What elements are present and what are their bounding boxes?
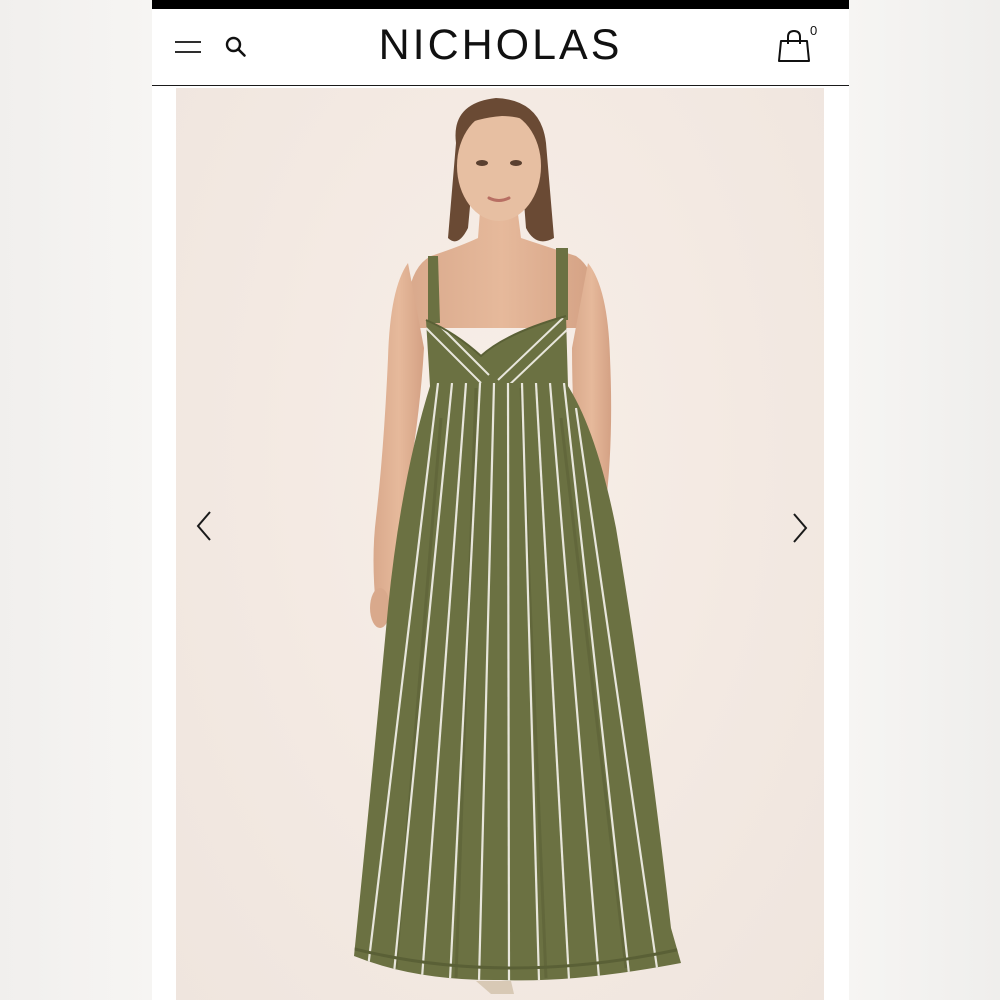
page-frame: NICHOLAS 0 — [152, 0, 849, 1000]
brand-logo[interactable]: NICHOLAS — [152, 21, 849, 70]
shopping-bag-icon — [778, 29, 810, 62]
site-header: NICHOLAS 0 — [152, 9, 849, 86]
top-bar — [152, 0, 849, 9]
product-photo — [354, 98, 681, 994]
previous-image-button[interactable] — [194, 506, 218, 546]
cart-button[interactable] — [776, 28, 812, 64]
chevron-left-icon — [196, 511, 211, 541]
next-image-button[interactable] — [786, 508, 810, 548]
product-image-gallery[interactable] — [176, 88, 824, 1000]
cart-count-badge: 0 — [810, 23, 818, 38]
chevron-right-icon — [793, 513, 808, 543]
